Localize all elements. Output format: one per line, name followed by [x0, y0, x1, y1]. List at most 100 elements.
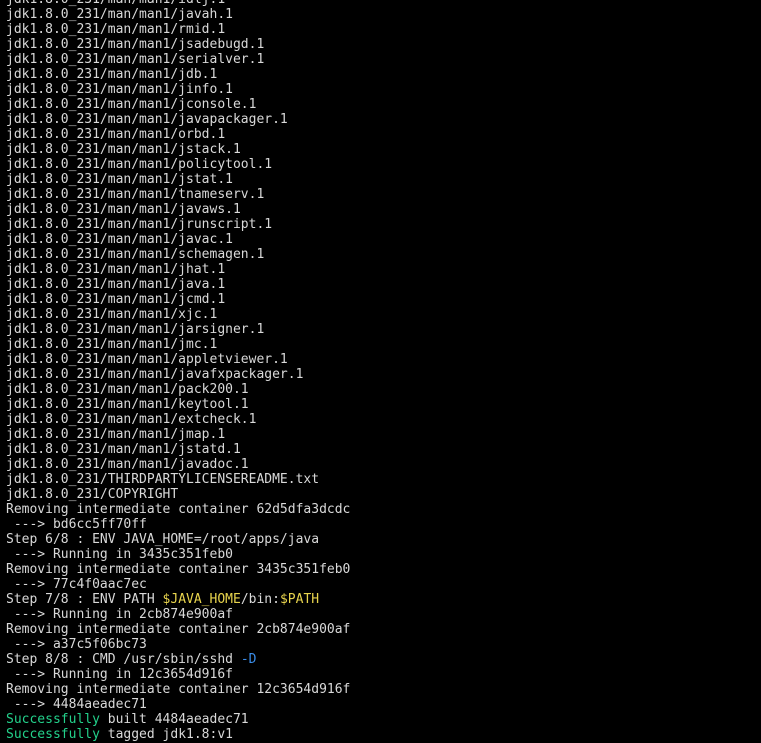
terminal-text: jdk1.8.0_231/man/man1/javaws.1 [6, 202, 241, 217]
terminal-text: jdk1.8.0_231/man/man1/jdb.1 [6, 67, 218, 82]
terminal-line: ---> 4484aeadec71 [6, 697, 350, 712]
terminal-text: jdk1.8.0_231/man/man1/xjc.1 [6, 307, 218, 322]
terminal-text: jdk1.8.0_231/man/man1/jhat.1 [6, 262, 226, 277]
terminal-line: jdk1.8.0_231/man/man1/jstat.1 [6, 172, 350, 187]
terminal-text: jdk1.8.0_231/man/man1/jmc.1 [6, 337, 218, 352]
terminal-line: Removing intermediate container 3435c351… [6, 562, 350, 577]
terminal-text: jdk1.8.0_231/man/man1/tnameserv.1 [6, 187, 265, 202]
terminal-line: Successfully tagged jdk1.8:v1 [6, 727, 350, 742]
terminal-text: jdk1.8.0_231/man/man1/appletviewer.1 [6, 352, 288, 367]
terminal-line: jdk1.8.0_231/man/man1/xjc.1 [6, 307, 350, 322]
terminal-line: jdk1.8.0_231/man/man1/jinfo.1 [6, 82, 350, 97]
terminal-line: jdk1.8.0_231/man/man1/policytool.1 [6, 157, 350, 172]
terminal-text: jdk1.8.0_231/man/man1/idlj.1 [6, 0, 225, 7]
terminal-text: Removing intermediate container 3435c351… [6, 562, 351, 577]
terminal-text: jdk1.8.0_231/man/man1/schemagen.1 [6, 247, 265, 262]
terminal-text: tagged jdk1.8:v1 [99, 727, 233, 742]
terminal-text: Successfully [6, 712, 100, 727]
terminal-line: ---> a37c5f06bc73 [6, 637, 350, 652]
terminal-text: jdk1.8.0_231/man/man1/jstatd.1 [6, 442, 241, 457]
terminal-line: ---> Running in 12c3654d916f [6, 667, 350, 682]
terminal-text: ---> Running in 3435c351feb0 [6, 547, 233, 562]
terminal-text: jdk1.8.0_231/man/man1/jcmd.1 [6, 292, 226, 307]
terminal-text: jdk1.8.0_231/man/man1/jstack.1 [6, 142, 241, 157]
terminal-line: jdk1.8.0_231/man/man1/schemagen.1 [6, 247, 350, 262]
terminal-line: jdk1.8.0_231/man/man1/jrunscript.1 [6, 217, 350, 232]
terminal-line: jdk1.8.0_231/man/man1/javafxpackager.1 [6, 367, 350, 382]
terminal-line: Removing intermediate container 12c3654d… [6, 682, 350, 697]
terminal-text: jdk1.8.0_231/man/man1/jsadebugd.1 [6, 37, 265, 52]
terminal-text: jdk1.8.0_231/man/man1/pack200.1 [6, 382, 249, 397]
terminal-text: $JAVA_HOME [162, 592, 241, 607]
terminal-text: jdk1.8.0_231/man/man1/java.1 [6, 277, 226, 292]
terminal-line: jdk1.8.0_231/man/man1/javapackager.1 [6, 112, 350, 127]
terminal-line: jdk1.8.0_231/man/man1/jmap.1 [6, 427, 350, 442]
terminal-line: jdk1.8.0_231/COPYRIGHT [6, 487, 350, 502]
terminal-line: Removing intermediate container 62d5dfa3… [6, 502, 350, 517]
terminal-text: jdk1.8.0_231/man/man1/rmid.1 [6, 22, 226, 37]
terminal-line: jdk1.8.0_231/man/man1/tnameserv.1 [6, 187, 350, 202]
terminal-text: jdk1.8.0_231/COPYRIGHT [6, 487, 179, 502]
terminal-line: jdk1.8.0_231/man/man1/javac.1 [6, 232, 350, 247]
terminal-line: jdk1.8.0_231/man/man1/jsadebugd.1 [6, 37, 350, 52]
terminal-text: jdk1.8.0_231/man/man1/javah.1 [6, 7, 233, 22]
terminal-line: jdk1.8.0_231/man/man1/idlj.1 [6, 0, 350, 7]
terminal-text: jdk1.8.0_231/man/man1/orbd.1 [6, 127, 226, 142]
terminal-line: jdk1.8.0_231/man/man1/jdb.1 [6, 67, 350, 82]
terminal-text: Successfully [6, 727, 100, 742]
terminal-line: jdk1.8.0_231/man/man1/keytool.1 [6, 397, 350, 412]
terminal-text: ---> 4484aeadec71 [6, 697, 147, 712]
terminal-text: /bin: [240, 592, 280, 607]
terminal-text: Removing intermediate container 62d5dfa3… [6, 502, 351, 517]
terminal-line: jdk1.8.0_231/THIRDPARTYLICENSEREADME.txt [6, 472, 350, 487]
terminal-line: jdk1.8.0_231/man/man1/jconsole.1 [6, 97, 350, 112]
terminal-line: jdk1.8.0_231/man/man1/serialver.1 [6, 52, 350, 67]
terminal-line: ---> bd6cc5ff70ff [6, 517, 350, 532]
terminal-line: Successfully built 4484aeadec71 [6, 712, 350, 727]
terminal-line: jdk1.8.0_231/man/man1/jcmd.1 [6, 292, 350, 307]
terminal-text: jdk1.8.0_231/man/man1/jmap.1 [6, 427, 226, 442]
terminal-text: jdk1.8.0_231/man/man1/jarsigner.1 [6, 322, 265, 337]
terminal-text: jdk1.8.0_231/THIRDPARTYLICENSEREADME.txt [6, 472, 320, 487]
terminal-line: jdk1.8.0_231/man/man1/appletviewer.1 [6, 352, 350, 367]
terminal-line: jdk1.8.0_231/man/man1/jarsigner.1 [6, 322, 350, 337]
terminal-text: jdk1.8.0_231/man/man1/policytool.1 [6, 157, 273, 172]
terminal-line: ---> 77c4f0aac7ec [6, 577, 350, 592]
terminal-line: jdk1.8.0_231/man/man1/pack200.1 [6, 382, 350, 397]
terminal-text: jdk1.8.0_231/man/man1/serialver.1 [6, 52, 265, 67]
terminal-output: jdk1.8.0_231/man/man1/idlj.1jdk1.8.0_231… [6, 0, 350, 743]
terminal-line: Removing intermediate container 2cb874e9… [6, 622, 350, 637]
terminal-line: Step 7/8 : ENV PATH $JAVA_HOME/bin:$PATH [6, 592, 350, 607]
terminal-text: Step 8/8 : CMD /usr/sbin/sshd [6, 652, 241, 667]
terminal-text: jdk1.8.0_231/man/man1/javadoc.1 [6, 457, 249, 472]
terminal-text: jdk1.8.0_231/man/man1/javapackager.1 [6, 112, 288, 127]
terminal-line: jdk1.8.0_231/man/man1/javaws.1 [6, 202, 350, 217]
terminal-line: Step 6/8 : ENV JAVA_HOME=/root/apps/java [6, 532, 350, 547]
terminal-text: -D [240, 652, 257, 667]
terminal-line: jdk1.8.0_231/man/man1/rmid.1 [6, 22, 350, 37]
terminal-text: jdk1.8.0_231/man/man1/javac.1 [6, 232, 233, 247]
terminal-window[interactable]: jdk1.8.0_231/man/man1/idlj.1jdk1.8.0_231… [0, 0, 761, 743]
terminal-text: ---> 77c4f0aac7ec [6, 577, 147, 592]
terminal-text: jdk1.8.0_231/man/man1/jrunscript.1 [6, 217, 273, 232]
terminal-line: jdk1.8.0_231/man/man1/java.1 [6, 277, 350, 292]
terminal-text: ---> a37c5f06bc73 [6, 637, 147, 652]
terminal-line: ---> Running in 2cb874e900af [6, 607, 350, 622]
terminal-text: ---> Running in 12c3654d916f [6, 667, 233, 682]
terminal-line: jdk1.8.0_231/man/man1/javah.1 [6, 7, 350, 22]
terminal-text: jdk1.8.0_231/man/man1/jinfo.1 [6, 82, 233, 97]
terminal-line: jdk1.8.0_231/man/man1/orbd.1 [6, 127, 350, 142]
terminal-text: ---> bd6cc5ff70ff [6, 517, 147, 532]
terminal-text: jdk1.8.0_231/man/man1/jstat.1 [6, 172, 233, 187]
terminal-text: jdk1.8.0_231/man/man1/jconsole.1 [6, 97, 257, 112]
terminal-line: jdk1.8.0_231/man/man1/jmc.1 [6, 337, 350, 352]
terminal-text: jdk1.8.0_231/man/man1/javafxpackager.1 [6, 367, 304, 382]
terminal-text: $PATH [279, 592, 320, 607]
terminal-text: Step 7/8 : ENV PATH [6, 592, 163, 607]
terminal-text: jdk1.8.0_231/man/man1/keytool.1 [6, 397, 249, 412]
terminal-line: jdk1.8.0_231/man/man1/javadoc.1 [6, 457, 350, 472]
terminal-line: ---> Running in 3435c351feb0 [6, 547, 350, 562]
terminal-line: jdk1.8.0_231/man/man1/jhat.1 [6, 262, 350, 277]
terminal-text: ---> Running in 2cb874e900af [6, 607, 233, 622]
terminal-line: jdk1.8.0_231/man/man1/jstack.1 [6, 142, 350, 157]
